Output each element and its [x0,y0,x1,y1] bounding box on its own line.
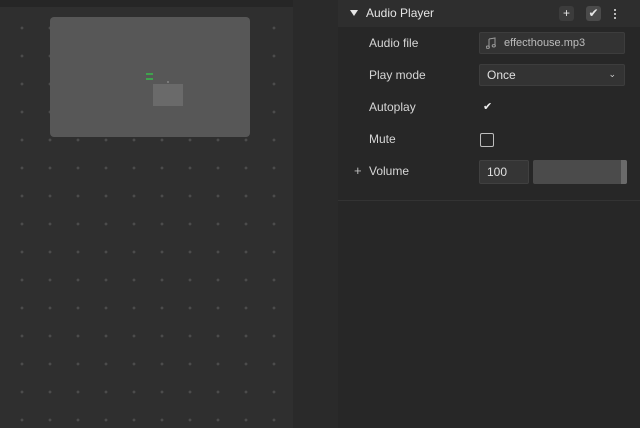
preview-node-card[interactable] [50,17,250,137]
volume-expand-icon[interactable]: + [354,163,362,178]
play-mode-value: Once [487,68,516,82]
volume-slider[interactable] [533,160,627,184]
volume-label: Volume [369,164,410,178]
play-mode-select[interactable]: Once ⌄ [479,64,625,86]
play-mode-label: Play mode [369,68,426,82]
add-button[interactable]: + [559,6,574,21]
audio-player-header[interactable]: Audio Player + ✔ [338,0,640,27]
panel-title: Audio Player [366,6,435,20]
more-menu-icon[interactable] [610,6,620,21]
autoplay-checkbox[interactable]: ✔ [480,100,494,114]
canvas-viewport[interactable] [0,0,293,428]
autoplay-label: Autoplay [369,100,416,114]
mute-checkbox[interactable] [480,133,494,147]
node-port-icon[interactable] [146,73,153,80]
volume-value: 100 [487,165,508,179]
node-dot [167,81,169,83]
node-thumbnail [153,84,183,106]
inspector-panel: Audio Player + ✔ Audio file effecthouse.… [338,0,640,428]
checkmark-icon: ✔ [483,101,493,113]
volume-input[interactable]: 100 [479,160,529,184]
audio-file-field[interactable]: effecthouse.mp3 [479,32,625,54]
panel-divider [338,200,640,201]
music-note-icon [486,37,496,49]
canvas-top-band [0,0,293,7]
panel-gutter [293,0,338,428]
enable-check-button[interactable]: ✔ [586,6,601,21]
collapse-caret-icon[interactable] [350,10,358,16]
mute-label: Mute [369,132,396,146]
volume-slider-thumb[interactable] [621,160,627,184]
chevron-down-icon: ⌄ [608,69,616,79]
audio-file-label: Audio file [369,36,419,50]
audio-file-name: effecthouse.mp3 [504,37,586,49]
